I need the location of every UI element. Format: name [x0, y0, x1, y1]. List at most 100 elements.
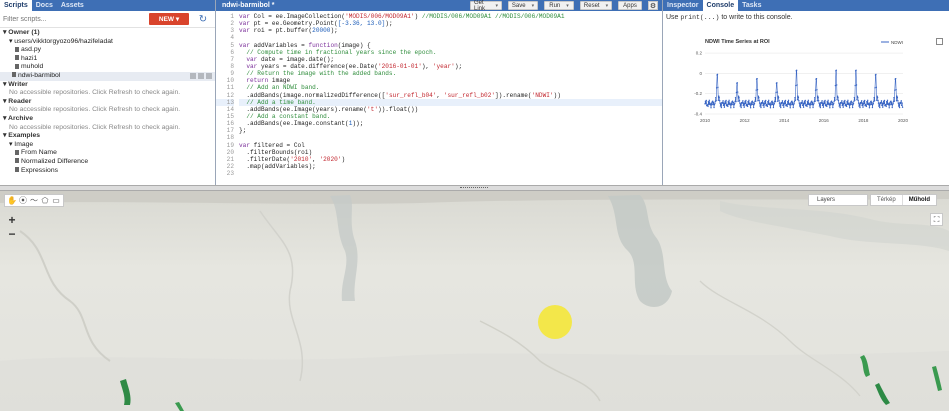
tab-tasks[interactable]: Tasks	[738, 0, 765, 11]
data-point	[856, 95, 859, 97]
tree-folder[interactable]: ▾ Owner (1)	[3, 29, 215, 38]
data-point	[857, 99, 859, 102]
script-file[interactable]: ndwi-barmibol	[0, 71, 215, 81]
map-type-satellite[interactable]: Műhold	[901, 195, 936, 205]
map-type-map[interactable]: Térkép	[871, 195, 902, 205]
data-point	[817, 99, 820, 102]
share-icon[interactable]	[198, 72, 204, 79]
code-line[interactable]	[239, 34, 662, 41]
code-line[interactable]: .filterBounds(roi)	[239, 148, 662, 156]
code-line[interactable]: var filtered = Col	[239, 142, 662, 149]
script-file[interactable]: Normalized Difference	[3, 158, 215, 167]
tree-folder[interactable]: ▾ Reader	[3, 98, 215, 107]
delete-icon[interactable]	[206, 72, 212, 79]
tree-folder[interactable]: ▾ Image	[3, 141, 215, 150]
code-line[interactable]: .map(addVariables);	[239, 163, 662, 170]
line-number: 6	[230, 48, 234, 56]
hand-icon[interactable]: ✋	[7, 195, 17, 206]
gear-icon[interactable]: ⚙	[648, 1, 658, 10]
get-link-button[interactable]: Get Link ▾	[470, 0, 502, 12]
filter-scripts-input[interactable]	[3, 13, 143, 25]
map-view[interactable]: ✋ ⦿ 〜 ⬠ ▭ + − Layers Térkép Műhold ⛶	[0, 191, 949, 411]
code-line[interactable]: .addBands(image.normalizedDifference(['s…	[239, 91, 662, 99]
data-point	[818, 105, 821, 107]
code-line[interactable]: // Add a time band.	[239, 98, 662, 106]
data-point	[789, 103, 791, 105]
script-tree: ▾ Owner (1) ▾ users/vikktorgyozo96/hazife…	[0, 28, 215, 175]
file-tab[interactable]: ndwi-barmibol *	[216, 2, 281, 9]
script-file[interactable]: Expressions	[3, 167, 215, 176]
data-point	[871, 106, 874, 109]
new-button[interactable]: NEW ▾	[149, 13, 189, 25]
code-line[interactable]	[239, 170, 662, 177]
script-file[interactable]: hazi1	[3, 55, 215, 64]
reset-button[interactable]: Reset ▾	[580, 1, 612, 10]
divider-grip[interactable]	[460, 187, 488, 189]
code-token: .filterBounds(roi)	[239, 148, 313, 156]
tab-assets[interactable]: Assets	[57, 0, 88, 11]
polygon-icon[interactable]: ⬠	[40, 195, 50, 206]
code-line[interactable]: // Return the image with the added bands…	[239, 70, 662, 77]
line-numbers: 1 2 3 4 5 6 7 8 9 10 11 12 13 14 15 16 17 18 19 20 21 22 23	[216, 13, 234, 177]
layers-button[interactable]: Layers	[808, 194, 868, 206]
data-point	[721, 101, 724, 103]
chart-title: NDWI Time Series at ROI	[705, 39, 770, 45]
tree-folder[interactable]: ▾ users/vikktorgyozo96/hazifeladat	[3, 38, 215, 47]
filter-row: NEW ▾ ↻	[0, 11, 215, 28]
tree-folder[interactable]: ▾ Archive	[3, 115, 215, 124]
code-line[interactable]: // Add an NDWI band.	[239, 84, 662, 92]
code-line[interactable]: var Col = ee.ImageCollection('MODIS/006/…	[239, 13, 662, 20]
code-line[interactable]	[239, 134, 662, 141]
data-point	[876, 96, 879, 99]
data-point	[742, 104, 745, 107]
code-line[interactable]: var pt = ee.Geometry.Point([-3.36, 13.0]…	[239, 20, 662, 27]
code-line[interactable]: .filterDate('2010', '2020')	[239, 156, 662, 163]
data-point	[775, 91, 777, 94]
line-icon[interactable]: 〜	[29, 195, 39, 206]
fullscreen-icon[interactable]: ⛶	[930, 213, 943, 226]
line-number: 20	[226, 148, 234, 156]
code-line[interactable]: .addBands(ee.Image(years).rename('t')).f…	[239, 106, 662, 113]
zoom-out-button[interactable]: −	[6, 228, 18, 240]
roi-marker[interactable]	[538, 305, 572, 339]
tree-folder[interactable]: ▾ Writer	[3, 81, 215, 90]
save-button[interactable]: Save ▾	[508, 1, 538, 10]
line-number: 17	[226, 127, 234, 135]
expand-chart-icon[interactable]	[936, 38, 943, 45]
script-file[interactable]: From Name	[3, 149, 215, 158]
code-line[interactable]: var years = date.difference(ee.Date('201…	[239, 63, 662, 70]
data-point	[781, 100, 784, 102]
code-line[interactable]: // Compute time in fractional years sinc…	[239, 49, 662, 56]
code-token: // Add an NDWI band.	[239, 84, 320, 92]
code-line[interactable]: var addVariables = function(image) {	[239, 42, 662, 49]
code-line[interactable]: var roi = pt.buffer(20000);	[239, 27, 662, 34]
code-line[interactable]: // Add a constant band.	[239, 113, 662, 120]
data-point	[784, 99, 787, 102]
zoom-in-button[interactable]: +	[6, 214, 18, 226]
data-point	[839, 106, 841, 109]
code-line[interactable]: };	[239, 127, 662, 134]
data-point	[894, 77, 897, 80]
point-icon[interactable]: ⦿	[18, 195, 28, 206]
tab-scripts[interactable]: Scripts	[0, 0, 32, 11]
refresh-icon[interactable]: ↻	[197, 13, 209, 25]
tree-folder[interactable]: ▾ Examples	[3, 132, 215, 141]
rename-icon[interactable]	[190, 72, 196, 79]
code-line[interactable]: var date = image.date();	[239, 56, 662, 63]
tab-inspector[interactable]: Inspector	[663, 0, 703, 11]
line-number: 9	[230, 70, 234, 78]
data-point	[759, 103, 762, 105]
apps-button[interactable]: Apps	[618, 1, 642, 10]
code-lines[interactable]: var Col = ee.ImageCollection('MODIS/006/…	[239, 13, 662, 177]
script-file[interactable]: asd.py	[3, 46, 215, 55]
code-line[interactable]: .addBands(ee.Image.constant(1));	[239, 120, 662, 127]
data-point	[784, 102, 786, 105]
tab-docs[interactable]: Docs	[32, 0, 57, 11]
code-line[interactable]: return image	[239, 77, 662, 84]
tab-console[interactable]: Console	[702, 0, 739, 11]
run-button[interactable]: Run ▾	[544, 1, 574, 10]
code-token: ))	[553, 91, 561, 99]
code-area[interactable]: 1 2 3 4 5 6 7 8 9 10 11 12 13 14 15 16 17 18 19 20 21 22 23 va…	[216, 11, 662, 185]
script-file[interactable]: muhold	[3, 63, 215, 72]
rectangle-icon[interactable]: ▭	[51, 195, 61, 206]
